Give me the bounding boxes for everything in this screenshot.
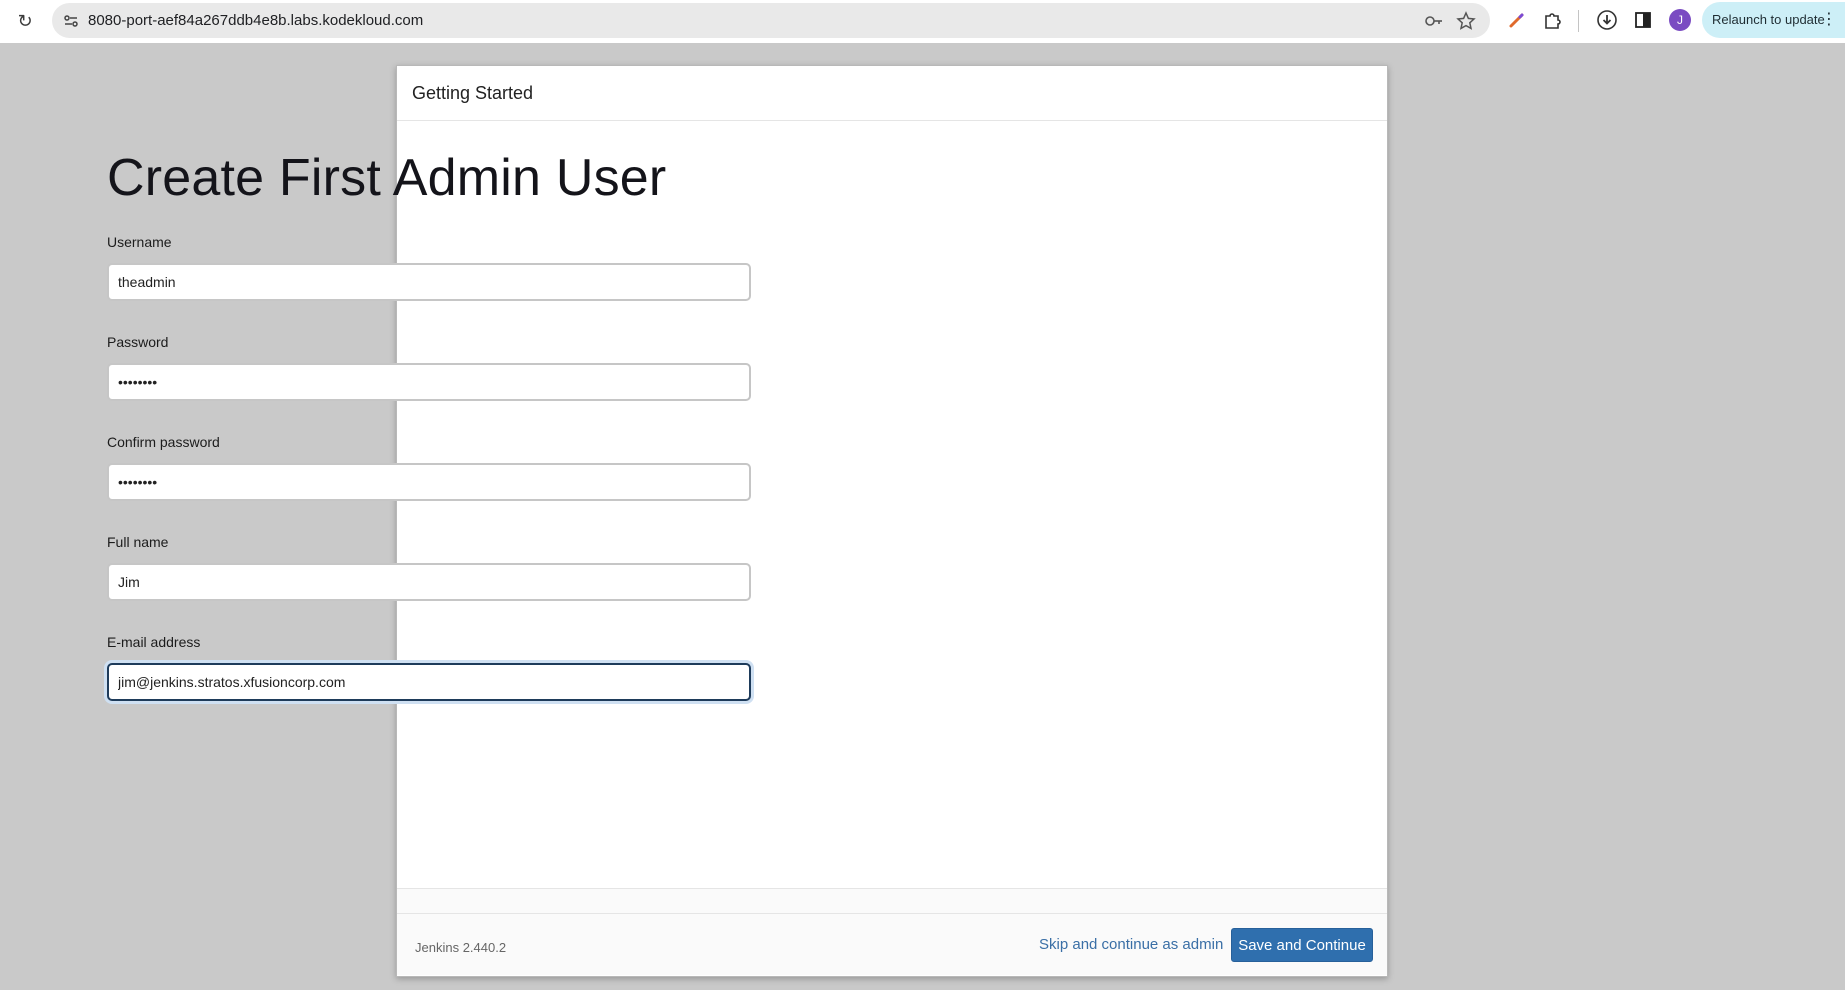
browser-toolbar: ↻ 8080-port-aef84a267ddb4e8b.labs.kodekl…: [0, 0, 1845, 43]
email-input[interactable]: [107, 663, 751, 701]
side-panel-icon[interactable]: [1632, 9, 1654, 31]
footer-divider: [397, 913, 1387, 914]
profile-avatar[interactable]: J: [1669, 9, 1691, 31]
download-icon[interactable]: [1596, 9, 1618, 31]
username-input[interactable]: [107, 263, 751, 301]
relaunch-to-update-button[interactable]: Relaunch to update ⋮: [1702, 2, 1845, 38]
skip-and-continue-link[interactable]: Skip and continue as admin: [1039, 936, 1223, 953]
bookmark-star-icon[interactable]: [1456, 11, 1476, 31]
password-label: Password: [107, 334, 169, 350]
jenkins-version: Jenkins 2.440.2: [415, 940, 507, 955]
confirm-password-label: Confirm password: [107, 434, 220, 450]
confirm-password-input[interactable]: [107, 463, 751, 501]
page-title: Create First Admin User: [107, 149, 667, 207]
more-menu-icon[interactable]: ⋮: [1821, 2, 1837, 38]
save-and-continue-button[interactable]: Save and Continue: [1231, 928, 1373, 962]
password-input[interactable]: [107, 363, 751, 401]
full-name-input[interactable]: [107, 563, 751, 601]
url-text: 8080-port-aef84a267ddb4e8b.labs.kodeklou…: [88, 12, 424, 29]
address-bar[interactable]: 8080-port-aef84a267ddb4e8b.labs.kodeklou…: [52, 3, 1490, 38]
dialog-header: Getting Started: [397, 66, 1387, 121]
username-label: Username: [107, 234, 172, 250]
email-label: E-mail address: [107, 634, 201, 650]
site-info-icon[interactable]: [62, 12, 80, 30]
key-icon[interactable]: [1424, 11, 1444, 31]
full-name-label: Full name: [107, 534, 169, 550]
extensions-icon[interactable]: [1542, 9, 1564, 31]
toolbar-separator: [1578, 10, 1579, 32]
relaunch-label: Relaunch to update: [1712, 12, 1825, 27]
dialog-title: Getting Started: [412, 83, 534, 103]
pencil-icon[interactable]: [1506, 9, 1528, 31]
reload-icon[interactable]: ↻: [14, 10, 36, 32]
